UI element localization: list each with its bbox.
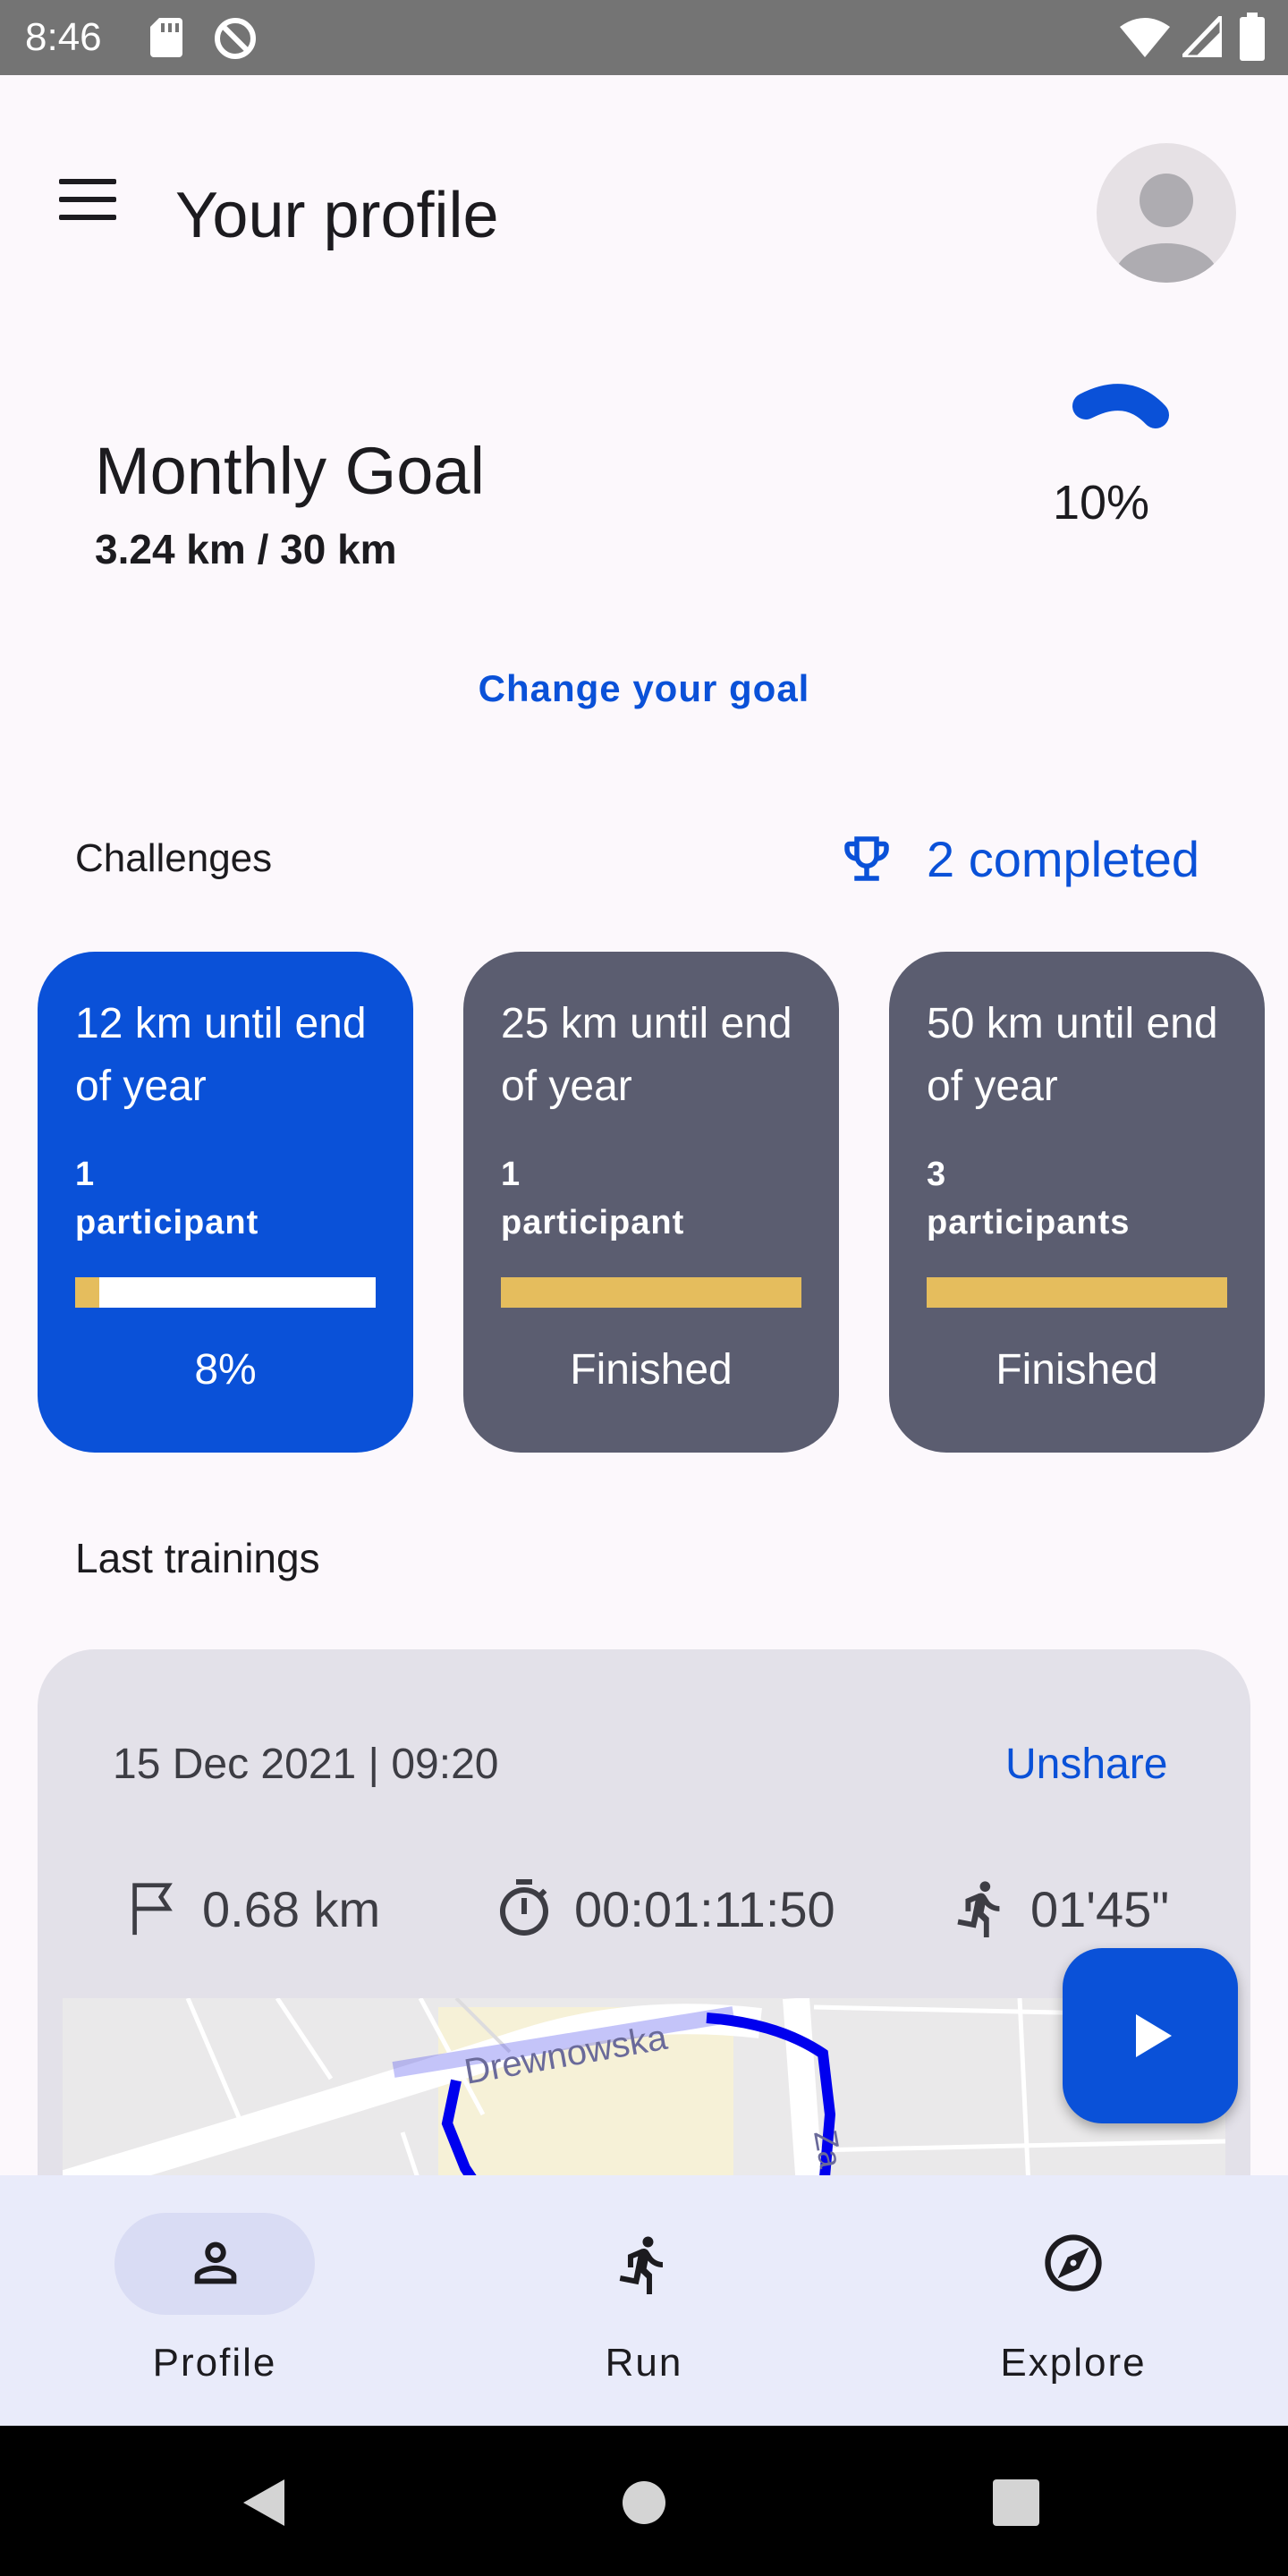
participant-label: participant <box>501 1204 685 1241</box>
compass-icon <box>1045 2234 1102 2292</box>
pace-stat: 01'45" <box>950 1873 1169 1945</box>
challenges-title: Challenges <box>75 836 273 880</box>
duration-value: 00:01:11:50 <box>574 1880 835 1937</box>
account-avatar-icon[interactable] <box>1097 143 1236 283</box>
distance-stat: 0.68 km <box>122 1873 380 1945</box>
completed-count-label: 2 completed <box>927 830 1200 887</box>
participant-label: participant <box>75 1204 259 1241</box>
start-run-button[interactable] <box>1063 1948 1238 2123</box>
bottom-navigation: Profile Run Explore <box>0 2175 1288 2426</box>
sd-card-icon <box>150 18 182 57</box>
do-not-disturb-icon <box>215 18 256 59</box>
person-icon <box>194 2241 237 2284</box>
recents-icon[interactable] <box>993 2479 1039 2526</box>
unshare-button[interactable]: Unshare <box>1005 1735 1167 1794</box>
goal-percent: 10% <box>1052 476 1150 530</box>
completed-challenges-button[interactable]: 2 completed <box>837 823 1199 894</box>
nav-profile[interactable]: Profile <box>39 2175 469 2426</box>
home-icon[interactable] <box>621 2479 667 2526</box>
change-goal-button[interactable]: Change your goal <box>0 662 1288 716</box>
challenge-participants: 1 participant <box>501 1150 684 1247</box>
run-icon <box>957 1881 1000 1938</box>
challenge-title: 50 km until end of year <box>927 1000 1218 1110</box>
distance-value: 0.68 km <box>202 1880 381 1937</box>
last-trainings-title: Last trainings <box>75 1535 320 1581</box>
participant-count: 1 <box>501 1156 521 1193</box>
challenge-card[interactable]: 50 km until end of year 3 participants F… <box>889 952 1265 1453</box>
pace-value: 01'45" <box>1030 1880 1170 1937</box>
challenge-progress-bar <box>75 1277 376 1308</box>
nav-explore[interactable]: Explore <box>898 2175 1288 2426</box>
map-street-label: Za <box>807 2127 850 2171</box>
challenge-participants: 1 participant <box>75 1150 258 1247</box>
challenge-progress-fill <box>927 1277 1227 1308</box>
flag-icon <box>132 1883 173 1936</box>
status-bar: 8:46 <box>0 0 1288 75</box>
participant-label: participants <box>927 1204 1131 1241</box>
duration-stat: 00:01:11:50 <box>492 1873 835 1945</box>
monthly-goal-title: Monthly Goal <box>95 434 485 508</box>
challenge-status: Finished <box>996 1346 1158 1394</box>
challenge-progress-bar <box>927 1277 1227 1308</box>
system-navigation-bar <box>0 2426 1288 2576</box>
training-date: 15 Dec 2021 | 09:20 <box>113 1741 499 1788</box>
menu-icon[interactable] <box>47 179 127 250</box>
nav-label: Run <box>605 2341 683 2385</box>
stopwatch-icon <box>500 1879 548 1936</box>
signal-icon <box>1182 16 1222 57</box>
nav-run[interactable]: Run <box>469 2175 898 2426</box>
trophy-icon <box>844 836 889 881</box>
nav-label: Explore <box>1000 2341 1147 2385</box>
challenge-status: Finished <box>570 1346 733 1394</box>
challenge-title: 25 km until end of year <box>501 1000 792 1110</box>
participant-count: 1 <box>75 1156 96 1193</box>
back-icon[interactable] <box>238 2476 292 2529</box>
play-icon <box>1136 2014 1172 2057</box>
challenge-participants: 3 participants <box>927 1150 1130 1247</box>
challenge-card[interactable]: 12 km until end of year 1 participant 8% <box>38 952 413 1453</box>
run-icon <box>619 2236 663 2294</box>
challenge-progress-fill <box>501 1277 801 1308</box>
challenge-progress-bar <box>501 1277 801 1308</box>
wifi-icon <box>1120 18 1170 57</box>
nav-label: Profile <box>152 2341 277 2385</box>
challenge-card[interactable]: 25 km until end of year 1 participant Fi… <box>463 952 839 1453</box>
battery-icon <box>1240 13 1265 61</box>
challenge-progress-fill <box>75 1277 99 1308</box>
status-time: 8:46 <box>25 15 102 59</box>
page-title: Your profile <box>175 180 499 251</box>
challenge-status: 8% <box>194 1346 257 1394</box>
monthly-goal-progress: 3.24 km / 30 km <box>95 526 397 572</box>
participant-count: 3 <box>927 1156 947 1193</box>
challenge-title: 12 km until end of year <box>75 1000 367 1110</box>
